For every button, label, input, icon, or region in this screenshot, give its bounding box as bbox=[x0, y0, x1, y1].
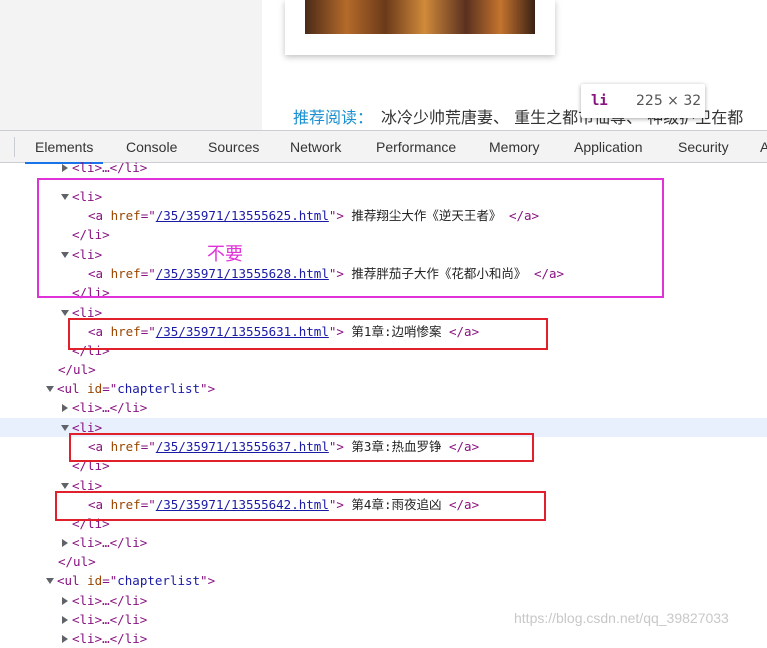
tag-name: ul bbox=[64, 381, 80, 396]
dom-node-li-collapsed[interactable]: <li>…</li> bbox=[0, 398, 767, 417]
collapse-arrow-icon[interactable] bbox=[61, 425, 69, 431]
dom-node-li-collapsed[interactable]: <li>…</li> bbox=[0, 533, 767, 552]
annotation-box-chapter-4 bbox=[55, 491, 546, 521]
collapse-arrow-icon[interactable] bbox=[46, 386, 54, 392]
dom-node-ul-chapterlist[interactable]: <ul id="chapterlist"> bbox=[0, 379, 767, 398]
expand-arrow-icon[interactable] bbox=[62, 404, 68, 412]
page-left-panel bbox=[0, 0, 262, 130]
webpage-viewport: 推荐阅读： 冰冷少帅荒唐妻、 重生之都市仙尊、 神级护卫在都 li 225 × 3… bbox=[0, 0, 767, 130]
book-cover-image[interactable] bbox=[305, 0, 535, 34]
dom-node-ul-close[interactable]: </ul> bbox=[0, 360, 767, 379]
expand-arrow-icon[interactable] bbox=[62, 539, 68, 547]
tooltip-tag: li bbox=[591, 93, 608, 109]
tooltip-dimensions: 225 × 32 bbox=[636, 93, 702, 109]
expand-arrow-icon[interactable] bbox=[62, 164, 68, 172]
collapse-arrow-icon[interactable] bbox=[61, 310, 69, 316]
expand-arrow-icon[interactable] bbox=[62, 635, 68, 643]
expand-arrow-icon[interactable] bbox=[62, 597, 68, 605]
node-text: <li>…</li> bbox=[72, 535, 148, 550]
dom-node-ul-close[interactable]: </ul> bbox=[0, 552, 767, 571]
node-text: <li>…</li> bbox=[72, 160, 148, 175]
attr-value: chapterlist bbox=[117, 381, 201, 396]
collapse-arrow-icon[interactable] bbox=[61, 483, 69, 489]
expand-arrow-icon[interactable] bbox=[62, 616, 68, 624]
attr-name: id bbox=[87, 573, 103, 588]
ul-open-code: <ul id="chapterlist"> bbox=[57, 573, 216, 588]
dom-node-li-collapsed[interactable]: <li>…</li> bbox=[0, 158, 767, 177]
tab-separator bbox=[14, 137, 15, 157]
recommend-label: 推荐阅读： bbox=[293, 108, 374, 127]
ul-open-code: <ul id="chapterlist"> bbox=[57, 381, 216, 396]
node-text: </ul> bbox=[58, 362, 96, 377]
annotation-box-unwanted bbox=[37, 178, 664, 298]
element-inspect-tooltip: li 225 × 32 bbox=[581, 84, 705, 118]
dom-node-ul-chapterlist[interactable]: <ul id="chapterlist"> bbox=[0, 571, 767, 590]
attr-value: chapterlist bbox=[117, 573, 201, 588]
node-text: <li>…</li> bbox=[72, 593, 148, 608]
book-cover-card[interactable] bbox=[285, 0, 555, 55]
node-text: <li>…</li> bbox=[72, 400, 148, 415]
watermark-text: https://blog.csdn.net/qq_39827033 bbox=[514, 610, 729, 626]
collapse-arrow-icon[interactable] bbox=[46, 578, 54, 584]
node-text: </ul> bbox=[58, 554, 96, 569]
node-text: <li>…</li> bbox=[72, 612, 148, 627]
annotation-box-chapter-3 bbox=[69, 433, 534, 462]
attr-name: id bbox=[87, 381, 103, 396]
annotation-note: 不要 bbox=[207, 244, 243, 265]
dom-node-li-collapsed[interactable]: <li>…</li> bbox=[0, 591, 767, 610]
tag-name: ul bbox=[64, 573, 80, 588]
annotation-box-chapter-1 bbox=[68, 318, 548, 350]
